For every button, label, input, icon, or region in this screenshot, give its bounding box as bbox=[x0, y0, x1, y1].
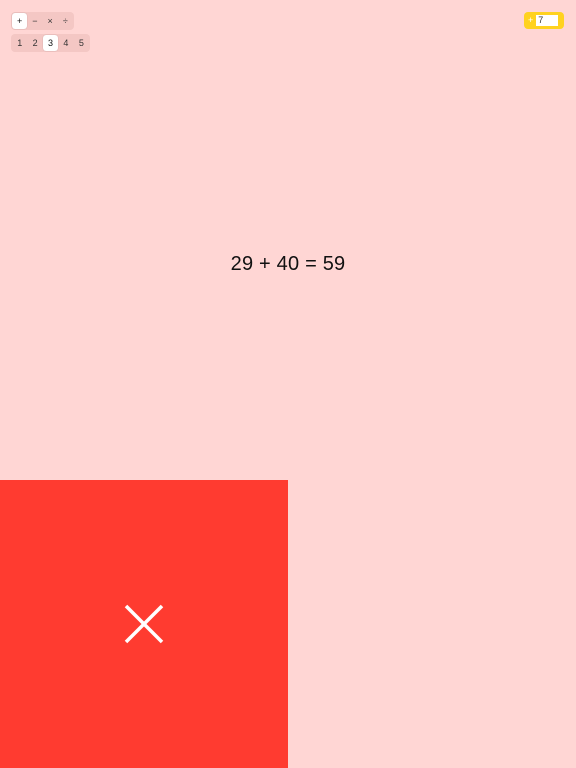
equation-text: 29 + 40 = 59 bbox=[230, 253, 346, 275]
operation-multiply-button[interactable]: × bbox=[43, 13, 58, 29]
operation-subtract-button[interactable]: − bbox=[27, 13, 42, 29]
score-plus-label: + bbox=[528, 15, 534, 25]
close-icon bbox=[124, 604, 164, 644]
operation-selector: + − × ÷ bbox=[11, 12, 74, 30]
level-3-button[interactable]: 3 bbox=[42, 35, 59, 51]
level-5-button[interactable]: 5 bbox=[74, 35, 89, 51]
level-2-button[interactable]: 2 bbox=[27, 35, 42, 51]
score-pill: + bbox=[524, 12, 564, 29]
level-1-button[interactable]: 1 bbox=[12, 35, 27, 51]
score-input[interactable] bbox=[536, 15, 559, 26]
incorrect-answer-panel[interactable] bbox=[0, 480, 288, 768]
level-selector: 1 2 3 4 5 bbox=[11, 34, 90, 52]
operation-divide-button[interactable]: ÷ bbox=[58, 13, 73, 29]
operation-add-button[interactable]: + bbox=[12, 13, 28, 29]
level-4-button[interactable]: 4 bbox=[58, 35, 73, 51]
